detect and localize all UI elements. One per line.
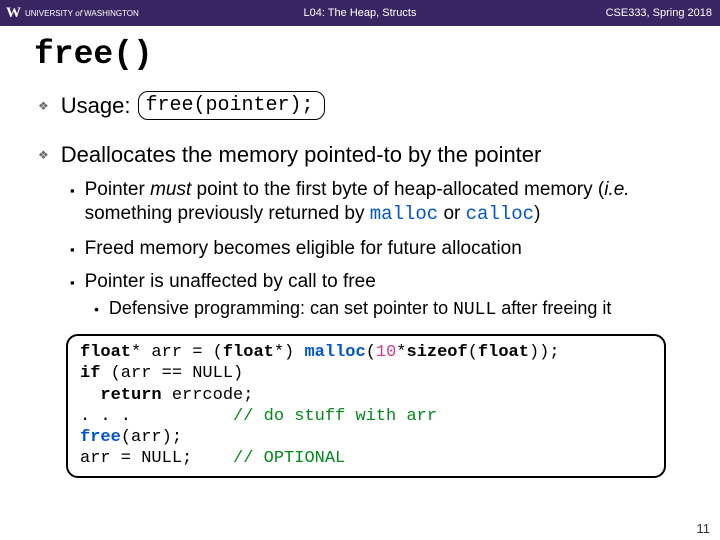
sub-bullet-1-text: Pointer must point to the first byte of …: [85, 178, 686, 227]
sub-bullet-1: ▪ Pointer must point to the first byte o…: [70, 178, 686, 227]
usage-row: ❖ Usage: free(pointer);: [38, 91, 686, 120]
code-example-block: float* arr = (float*) malloc(10*sizeof(f…: [66, 334, 666, 478]
square-bullet-icon: ▪: [70, 183, 75, 199]
dealloc-text: Deallocates the memory pointed-to by the…: [61, 142, 542, 168]
square-bullet-icon: ▪: [70, 242, 75, 258]
sub-bullet-2: ▪ Freed memory becomes eligible for futu…: [70, 237, 686, 261]
dot-bullet-icon: •: [94, 301, 99, 317]
course-label: CSE333, Spring 2018: [606, 7, 712, 19]
square-bullet-icon: ▪: [70, 275, 75, 291]
sub-bullet-3: ▪ Pointer is unaffected by call to free: [70, 270, 686, 294]
sub-bullet-2-text: Freed memory becomes eligible for future…: [85, 237, 686, 261]
lecture-title: L04: The Heap, Structs: [304, 7, 417, 19]
uw-logo-block: W UNIVERSITY of WASHINGTON: [0, 5, 139, 22]
dealloc-row: ❖ Deallocates the memory pointed-to by t…: [38, 142, 686, 168]
slide-content: free() ❖ Usage: free(pointer); ❖ Dealloc…: [0, 26, 720, 478]
sub-bullet-3-text: Pointer is unaffected by call to free: [85, 270, 686, 294]
sub-bullet-list: ▪ Pointer must point to the first byte o…: [70, 178, 686, 320]
page-number: 11: [697, 521, 711, 536]
slide-header: W UNIVERSITY of WASHINGTON L04: The Heap…: [0, 0, 720, 26]
diamond-bullet-icon: ❖: [38, 99, 49, 113]
diamond-bullet-icon: ❖: [38, 148, 49, 162]
dot-bullet-row: • Defensive programming: can set pointer…: [94, 298, 686, 320]
university-label: UNIVERSITY of WASHINGTON: [25, 9, 139, 18]
usage-code-pill: free(pointer);: [138, 91, 324, 120]
w-logo-icon: W: [6, 5, 21, 22]
dot-bullet-text: Defensive programming: can set pointer t…: [109, 298, 611, 320]
usage-label: Usage:: [61, 93, 131, 119]
page-title: free(): [34, 36, 686, 73]
